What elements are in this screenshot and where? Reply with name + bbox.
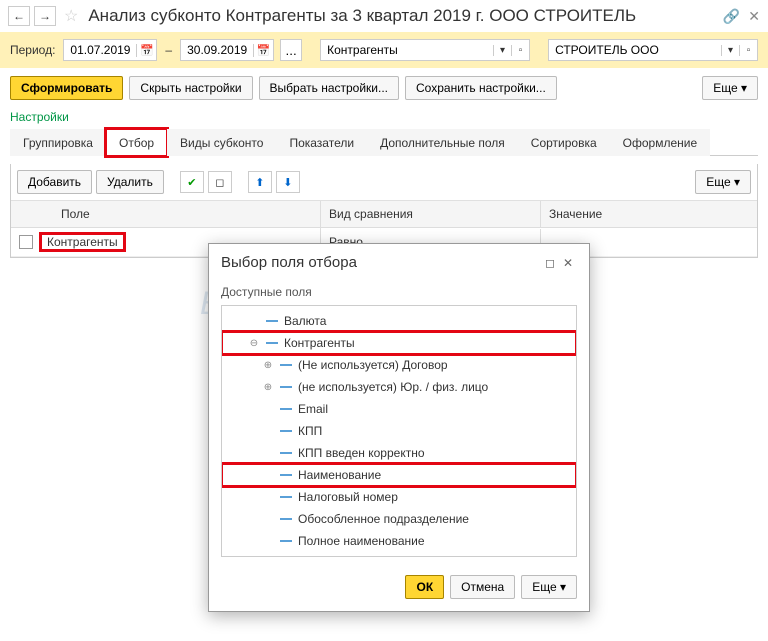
close-icon[interactable]: ✕ [748, 8, 760, 25]
date-to-field[interactable] [181, 41, 253, 59]
dialog-subtitle: Доступные поля [209, 281, 589, 305]
dialog-more-button[interactable]: Еще ▾ [521, 575, 577, 599]
tree-label: КПП введен корректно [298, 446, 425, 460]
settings-heading: Настройки [0, 108, 768, 128]
tree-label: Обособленное подразделение [298, 512, 469, 526]
tree-label: Email [298, 402, 328, 416]
date-from-input[interactable]: 📅 [63, 39, 157, 61]
save-settings-button[interactable]: Сохранить настройки... [405, 76, 557, 100]
tree-item[interactable]: Наименование [222, 464, 576, 486]
tree-item[interactable]: ⊕ (Не используется) Договор [222, 354, 576, 376]
tree-item[interactable]: Валюта [222, 310, 576, 332]
tree-item[interactable]: КПП введен корректно [222, 442, 576, 464]
row-field[interactable]: Контрагенты [41, 234, 124, 250]
panel-more-button[interactable]: Еще ▾ [695, 170, 751, 194]
back-button[interactable]: ← [8, 6, 30, 26]
cancel-button[interactable]: Отмена [450, 575, 515, 599]
tab-sort[interactable]: Сортировка [518, 129, 610, 156]
delete-button[interactable]: Удалить [96, 170, 164, 194]
page-title: Анализ субконто Контрагенты за 3 квартал… [88, 6, 718, 26]
tree-item[interactable]: Email [222, 398, 576, 420]
date-to-input[interactable]: 📅 [180, 39, 274, 61]
calendar-icon[interactable]: 📅 [136, 44, 156, 57]
tree-item[interactable]: ⊕ (не используется) Юр. / физ. лицо [222, 376, 576, 398]
close-icon[interactable]: ✕ [559, 256, 577, 270]
field-icon [280, 518, 292, 520]
tab-subconto[interactable]: Виды субконто [167, 129, 276, 156]
link-icon[interactable]: 🔗 [723, 8, 740, 25]
check-icon[interactable]: ✔ [180, 171, 204, 193]
period-label: Период: [10, 43, 55, 57]
hide-settings-button[interactable]: Скрыть настройки [129, 76, 252, 100]
tree-label: Полное наименование [298, 534, 425, 548]
org-field[interactable] [549, 41, 721, 59]
col-val: Значение [541, 201, 757, 227]
field-icon [280, 474, 292, 476]
tab-extra-fields[interactable]: Дополнительные поля [367, 129, 518, 156]
choose-settings-button[interactable]: Выбрать настройки... [259, 76, 399, 100]
period-more-button[interactable]: ... [280, 39, 302, 61]
combo-more-icon[interactable]: ▫ [739, 45, 757, 56]
tab-grouping[interactable]: Группировка [10, 129, 106, 156]
dash: – [165, 43, 172, 57]
tree-item[interactable]: КПП [222, 420, 576, 442]
expand-icon[interactable]: ⊕ [262, 382, 274, 393]
tree-item[interactable]: Обособленное подразделение [222, 508, 576, 530]
add-button[interactable]: Добавить [17, 170, 92, 194]
chevron-down-icon[interactable]: ▾ [493, 45, 511, 56]
uncheck-icon[interactable]: ◻ [208, 171, 232, 193]
calendar-icon[interactable]: 📅 [253, 44, 273, 57]
move-down-icon[interactable]: ⬇ [276, 171, 300, 193]
tree-label: Налоговый номер [298, 490, 398, 504]
tabs: Группировка Отбор Виды субконто Показате… [10, 128, 758, 156]
expand-icon[interactable]: ⊖ [248, 338, 260, 349]
dimension-combo[interactable]: ▾ ▫ [320, 39, 530, 61]
tree-item[interactable]: Полное наименование [222, 530, 576, 552]
forward-button[interactable]: → [34, 6, 56, 26]
row-checkbox[interactable] [19, 235, 33, 249]
field-icon [280, 364, 292, 366]
field-icon [266, 342, 278, 344]
field-tree: Валюта ⊖ Контрагенты ⊕ (Не используется) Дог… [221, 305, 577, 557]
col-field: Поле [11, 201, 321, 227]
combo-more-icon[interactable]: ▫ [511, 45, 529, 56]
expand-icon[interactable]: ⊕ [262, 360, 274, 371]
field-icon [280, 408, 292, 410]
tree-label: Наименование [298, 468, 381, 482]
tree-label: (не используется) Юр. / физ. лицо [298, 380, 488, 394]
field-icon [280, 430, 292, 432]
maximize-icon[interactable]: ◻ [541, 256, 559, 270]
field-icon [280, 452, 292, 454]
tree-item[interactable]: ⊖ Контрагенты [222, 332, 576, 354]
tree-item[interactable]: Налоговый номер [222, 486, 576, 508]
chevron-down-icon[interactable]: ▾ [721, 45, 739, 56]
field-icon [266, 320, 278, 322]
tab-filter[interactable]: Отбор [106, 129, 167, 156]
dimension-field[interactable] [321, 41, 493, 59]
dialog-title: Выбор поля отбора [221, 254, 541, 271]
col-cmp: Вид сравнения [321, 201, 541, 227]
run-button[interactable]: Сформировать [10, 76, 123, 100]
tab-indicators[interactable]: Показатели [276, 129, 367, 156]
org-combo[interactable]: ▾ ▫ [548, 39, 758, 61]
move-up-icon[interactable]: ⬆ [248, 171, 272, 193]
tree-label: КПП [298, 424, 322, 438]
field-icon [280, 496, 292, 498]
field-icon [280, 540, 292, 542]
ok-button[interactable]: ОК [405, 575, 444, 599]
date-from-field[interactable] [64, 41, 136, 59]
more-button[interactable]: Еще ▾ [702, 76, 758, 100]
tree-label: Контрагенты [284, 336, 355, 350]
field-icon [280, 386, 292, 388]
tab-format[interactable]: Оформление [610, 129, 710, 156]
star-icon[interactable]: ☆ [64, 6, 78, 26]
field-select-dialog: Выбор поля отбора ◻ ✕ Доступные поля Вал… [208, 243, 590, 612]
tree-label: Валюта [284, 314, 326, 328]
tree-label: (Не используется) Договор [298, 358, 448, 372]
